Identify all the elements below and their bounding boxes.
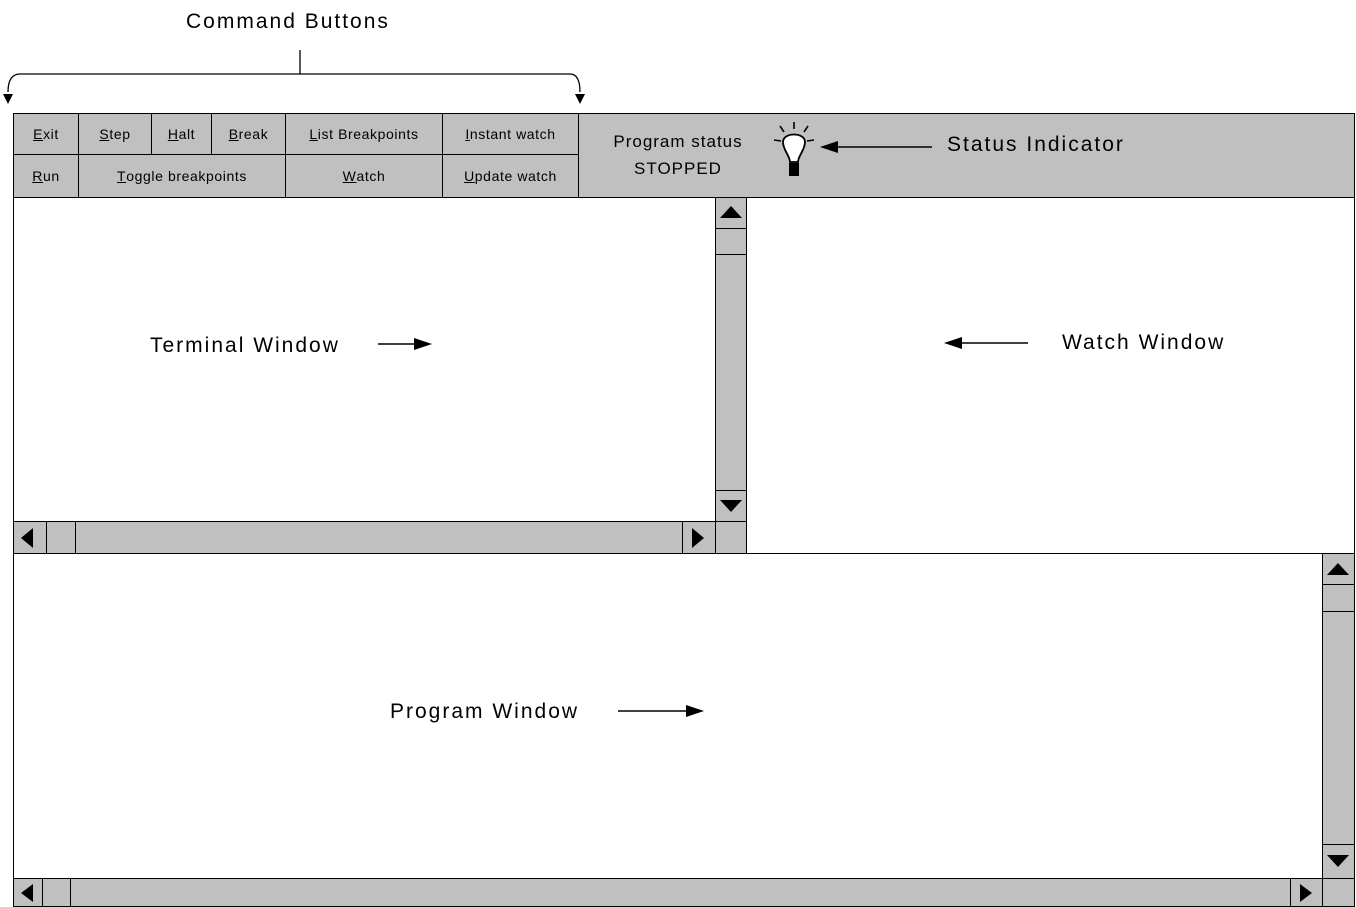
program-window [13,553,1355,907]
run-button[interactable]: Run [13,154,79,198]
list-breakpoints-button[interactable]: List Breakpoints [285,113,443,155]
lightbulb-icon [773,122,815,176]
step-label: tep [109,126,131,142]
terminal-window-annotation: Terminal Window [150,334,340,357]
terminal-window-arrow [378,338,432,350]
halt-button[interactable]: Halt [151,113,212,155]
program-horizontal-scrollbar[interactable] [13,878,1323,907]
update-watch-key: U [464,168,475,184]
program-window-annotation: Program Window [390,700,580,723]
watch-label: atch [356,168,386,184]
update-watch-button[interactable]: Update watch [442,154,579,198]
step-button[interactable]: Step [78,113,152,155]
break-key: B [228,126,239,142]
status-indicator-annotation: Status Indicator [947,133,1125,156]
exit-button[interactable]: Exit [13,113,79,155]
program-vertical-scroll-thumb[interactable] [1322,584,1355,612]
terminal-horizontal-scrollbar[interactable] [13,521,716,554]
list-breakpoints-key: L [309,126,318,142]
terminal-scroll-down-icon [720,500,742,512]
terminal-window [13,197,747,554]
command-buttons-bracket [3,50,585,104]
watch-window [746,197,1355,554]
run-key: R [32,168,43,184]
list-breakpoints-label: ist Breakpoints [317,126,419,142]
instant-watch-button[interactable]: Instant watch [442,113,579,155]
program-scroll-left-icon [21,884,33,902]
program-scroll-down-icon [1327,855,1349,867]
program-window-arrow [618,705,704,717]
toggle-breakpoints-key: T [117,168,127,184]
exit-label: xit [43,126,59,142]
program-scroll-right-icon [1300,884,1312,902]
terminal-horizontal-scroll-thumb[interactable] [46,521,76,554]
program-status-value: STOPPED [634,159,722,178]
instant-watch-label: nstant watch [469,126,556,142]
update-watch-label: pdate watch [474,168,557,184]
exit-key: E [33,126,44,142]
break-label: reak [238,126,269,142]
step-key: S [99,126,110,142]
terminal-vertical-scroll-thumb[interactable] [715,228,747,255]
terminal-scroll-up-icon [720,206,742,218]
terminal-scroll-left-icon [21,528,33,548]
toggle-breakpoints-label: oggle breakpoints [126,168,247,184]
terminal-scroll-right-icon [692,528,704,548]
watch-window-arrow [944,337,1028,349]
toggle-breakpoints-button[interactable]: Toggle breakpoints [78,154,286,198]
program-horizontal-scroll-thumb[interactable] [42,878,71,907]
watch-key: W [342,168,357,184]
break-button[interactable]: Break [211,113,286,155]
watch-button[interactable]: Watch [285,154,443,198]
halt-key: H [167,126,179,142]
halt-label: alt [178,126,196,142]
program-scroll-up-icon [1327,563,1349,575]
program-status-label: Program status [613,132,743,151]
watch-window-annotation: Watch Window [1062,331,1226,354]
run-label: un [42,168,60,184]
